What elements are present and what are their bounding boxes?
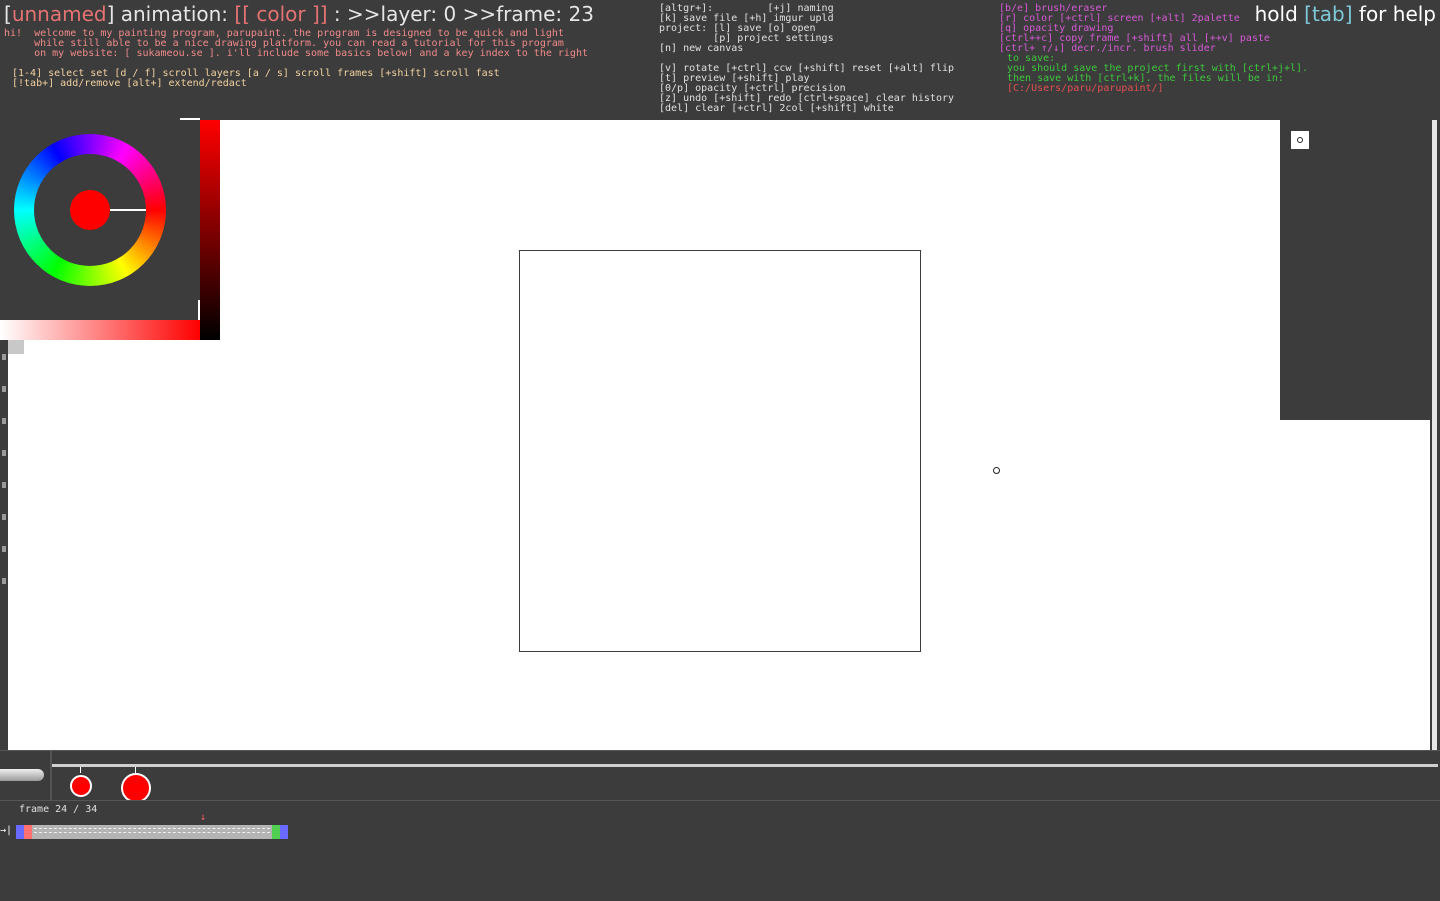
frame-indicator: >>frame: 23 (462, 2, 594, 26)
brush-preview-primary[interactable] (70, 775, 92, 797)
timeline: frame 24 / 34 ↓ →| (0, 800, 1440, 901)
brush-tick (80, 767, 81, 773)
saturation-marker (198, 300, 200, 320)
right-scrollbar-thumb[interactable] (1432, 120, 1437, 750)
layer-panel[interactable] (1280, 120, 1430, 420)
brush-preview-secondary[interactable] (121, 773, 151, 803)
layer-tick (2, 418, 6, 424)
help-key: [tab] (1304, 2, 1353, 26)
layer-tick (2, 546, 6, 552)
value-slider[interactable] (200, 120, 220, 340)
project-name[interactable]: unnamed (12, 2, 107, 26)
mode-label: animation: (120, 2, 229, 26)
brush-bar-divider (50, 751, 52, 801)
save-hint: to save: you should save the project fir… (1007, 53, 1309, 84)
timeline-end-handle[interactable] (280, 825, 288, 839)
help-hint: hold [tab] for help (1254, 2, 1436, 26)
layer-thumbnail[interactable] (1291, 131, 1309, 149)
timeline-scrollbar (1430, 801, 1440, 901)
brush-tool-icon[interactable] (0, 769, 44, 781)
value-marker (180, 118, 200, 120)
layer-tick (2, 578, 6, 584)
layer-tick (2, 386, 6, 392)
intro-text: hi! welcome to my painting program, paru… (4, 28, 588, 59)
timeline-frames (34, 828, 270, 833)
keys-brush-help: [b/e] brush/eraser [r] color [+ctrl] scr… (999, 3, 1270, 54)
saturation-slider[interactable] (0, 320, 200, 340)
layer-scrollbar[interactable] (0, 340, 8, 750)
layer-tick (2, 482, 6, 488)
timeline-end-marker[interactable] (272, 825, 280, 839)
frame-counter: frame 24 / 34 (19, 804, 98, 815)
keys-layers-help: [1-4] select set [d / f] scroll layers [… (12, 68, 500, 89)
frame-timeline[interactable] (16, 825, 288, 839)
timeline-start-handle[interactable] (16, 825, 24, 839)
frame-marker-icon: ↓ (200, 812, 207, 823)
keys-file-help: [altgr+]: [+j] naming [k] save file [+h]… (659, 3, 955, 114)
layer-tick (2, 354, 6, 360)
hue-indicator (110, 209, 146, 211)
layer-tick (2, 514, 6, 520)
color-mode-label: [[ color ]] (234, 2, 328, 26)
drawing-canvas[interactable] (519, 250, 921, 652)
layer-indicator: >>layer: 0 (347, 2, 457, 26)
current-color-swatch (70, 190, 110, 230)
brush-size-slider[interactable] (52, 764, 1438, 767)
timeline-current-frame[interactable] (24, 825, 32, 839)
color-picker[interactable] (0, 120, 200, 320)
brush-cursor-icon (993, 467, 1000, 474)
title-line: [unnamed] animation: [[ color ]] : >>lay… (4, 2, 594, 26)
brush-bar (0, 750, 1440, 803)
help-header: [unnamed] animation: [[ color ]] : >>lay… (0, 0, 1440, 120)
right-scrollbar[interactable] (1430, 120, 1440, 750)
save-path: [C:/Users/paru/parupaint/] (1007, 83, 1164, 94)
layer-thumbnail-icon (1297, 137, 1303, 143)
timeline-pointer-icon: →| (0, 825, 13, 836)
layer-tick (2, 450, 6, 456)
